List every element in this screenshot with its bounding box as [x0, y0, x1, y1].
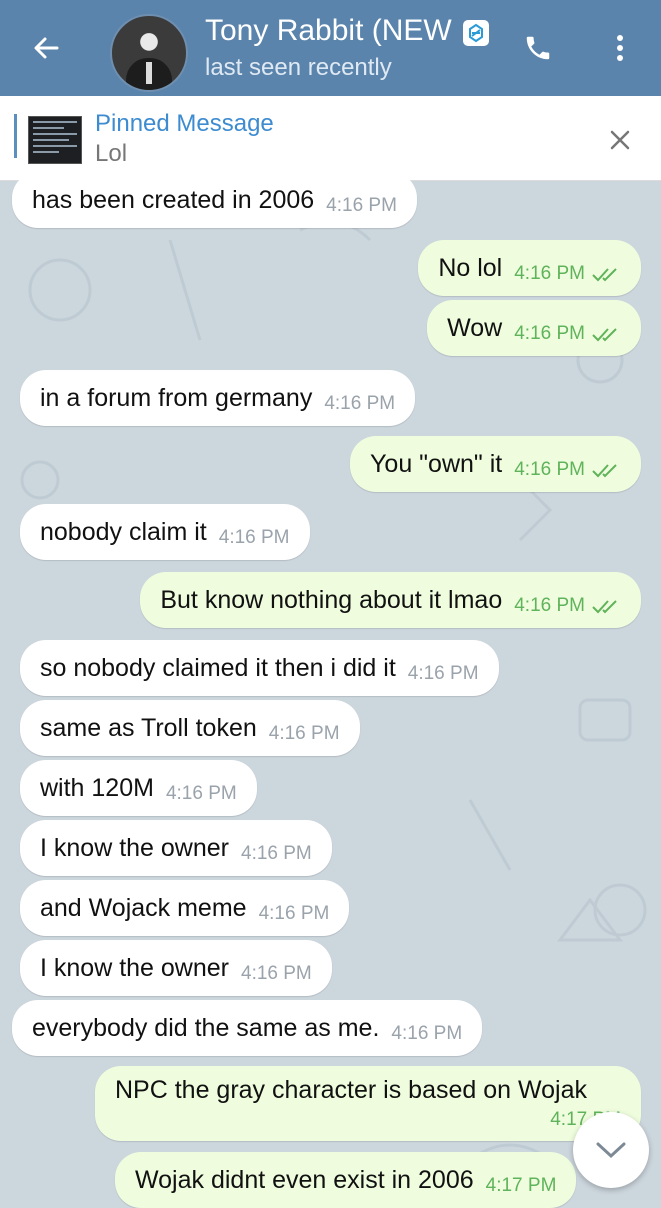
message-time: 4:16 PM — [407, 663, 479, 684]
double-check-icon — [592, 328, 617, 342]
message-time: 4:16 PM — [514, 323, 585, 344]
message-bubble[interactable]: so nobody claimed it then i did it 4:16 … — [20, 640, 499, 696]
message-text: nobody claim it — [40, 517, 207, 546]
avatar[interactable] — [110, 14, 188, 92]
pinned-text: Lol — [95, 140, 128, 167]
close-pinned-button[interactable] — [602, 122, 638, 158]
back-arrow-icon — [34, 37, 59, 59]
pinned-indicator — [14, 114, 17, 158]
message-time: 4:16 PM — [241, 843, 312, 864]
double-check-icon — [592, 600, 617, 614]
message-time: 4:16 PM — [514, 263, 585, 284]
message-time: 4:16 PM — [258, 903, 330, 924]
double-check-icon — [592, 464, 617, 478]
message-text: NPC the gray character is based on Wojak — [115, 1076, 587, 1104]
message-bubble[interactable]: has been created in 2006 4:16 PM — [12, 172, 417, 228]
message-bubble[interactable]: NPC the gray character is based on Wojak… — [95, 1066, 641, 1141]
message-time: 4:16 PM — [218, 527, 290, 548]
message-time: 4:16 PM — [391, 1023, 463, 1044]
message-time: 4:16 PM — [165, 783, 237, 804]
chat-header: Tony Rabbit (NEW last seen recently — [0, 0, 661, 96]
message-text: Wojak didnt even exist in 2006 — [135, 1165, 474, 1194]
message-text: has been created in 2006 — [32, 185, 315, 214]
pinned-title: Pinned Message — [95, 110, 274, 137]
message-text: and Wojack meme — [40, 893, 247, 922]
message-bubble[interactable]: No lol 4:16 PM — [418, 240, 641, 296]
message-time: 4:16 PM — [514, 595, 585, 616]
message-text: I know the owner — [40, 833, 229, 862]
message-text: in a forum from germany — [40, 383, 313, 412]
message-time: 4:17 PM — [550, 1109, 621, 1130]
pinned-message-bar[interactable]: Pinned Message Lol — [0, 96, 661, 181]
chat-status: last seen recently — [205, 54, 392, 81]
message-bubble[interactable]: But know nothing about it lmao 4:16 PM — [140, 572, 641, 628]
message-bubble[interactable]: everybody did the same as me. 4:16 PM — [12, 1000, 483, 1056]
scroll-down-button[interactable] — [573, 1112, 649, 1188]
chevron-down-icon — [596, 1142, 626, 1159]
double-check-icon — [592, 268, 617, 282]
message-bubble[interactable]: You "own" it 4:16 PM — [350, 436, 641, 492]
message-time: 4:16 PM — [268, 723, 340, 744]
close-icon — [610, 130, 630, 150]
message-bubble[interactable]: in a forum from germany 4:16 PM — [20, 370, 416, 426]
message-bubble[interactable]: same as Troll token 4:16 PM — [20, 700, 360, 756]
message-text: No lol — [438, 253, 503, 282]
more-vert-icon — [617, 35, 623, 61]
message-bubble[interactable]: Wow 4:16 PM — [427, 300, 641, 356]
call-button[interactable] — [518, 28, 558, 68]
message-text: everybody did the same as me. — [32, 1013, 380, 1042]
message-time: 4:16 PM — [326, 195, 397, 216]
message-bubble[interactable]: nobody claim it 4:16 PM — [20, 504, 310, 560]
message-text: But know nothing about it lmao — [160, 585, 503, 614]
message-time: 4:16 PM — [324, 393, 396, 414]
chat-title[interactable]: Tony Rabbit (NEW — [205, 14, 455, 48]
message-time: 4:16 PM — [241, 963, 312, 984]
phone-icon — [526, 36, 550, 60]
more-options-button[interactable] — [602, 28, 638, 68]
message-bubble[interactable]: with 120M 4:16 PM — [20, 760, 257, 816]
message-text: so nobody claimed it then i did it — [40, 653, 396, 682]
message-text: You "own" it — [370, 449, 503, 478]
message-text: with 120M — [40, 773, 154, 802]
message-bubble[interactable]: I know the owner 4:16 PM — [20, 940, 332, 996]
pinned-thumbnail — [28, 116, 82, 164]
verified-icon — [463, 20, 489, 46]
message-text: Wow — [447, 313, 503, 342]
message-time: 4:17 PM — [485, 1175, 557, 1196]
message-time: 4:16 PM — [514, 459, 585, 480]
back-button[interactable] — [22, 24, 70, 72]
message-bubble[interactable]: I know the owner 4:16 PM — [20, 820, 332, 876]
message-text: same as Troll token — [40, 713, 257, 742]
message-text: I know the owner — [40, 953, 229, 982]
message-bubble[interactable]: and Wojack meme 4:16 PM — [20, 880, 350, 936]
